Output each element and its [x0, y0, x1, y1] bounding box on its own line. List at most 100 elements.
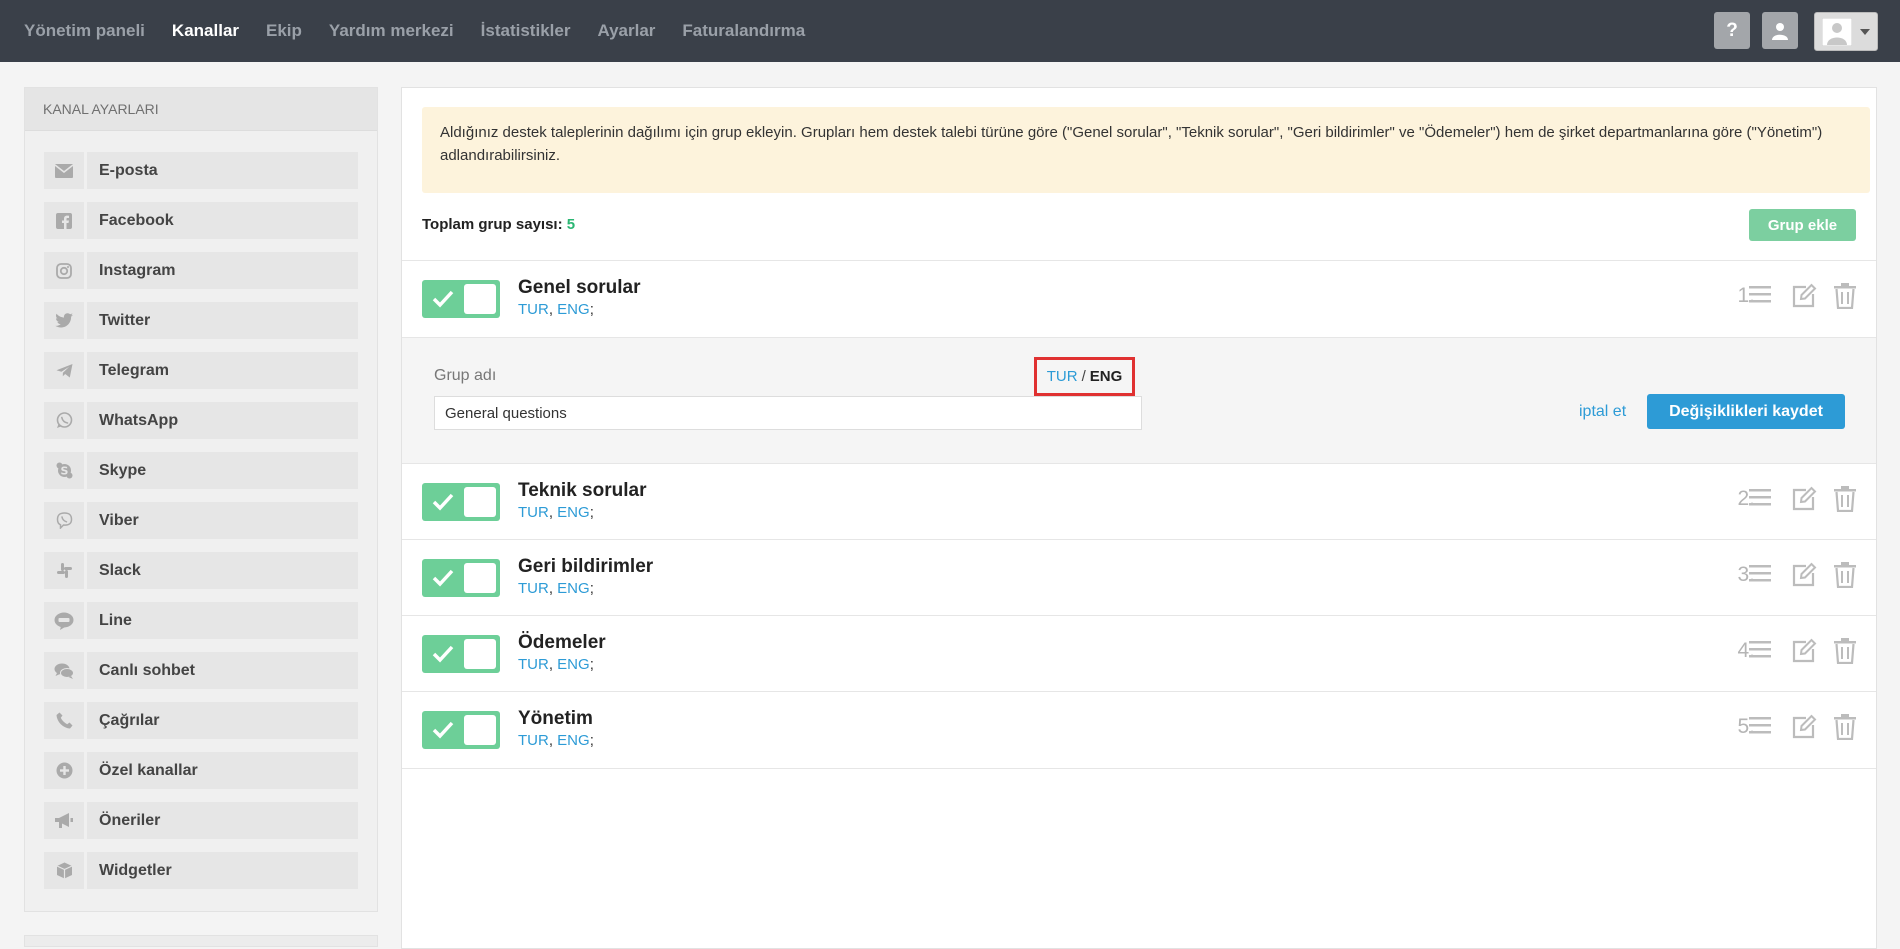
help-button[interactable]: ? [1714, 12, 1750, 49]
sidebar-item-email[interactable]: E-posta [44, 152, 358, 189]
trash-icon[interactable] [1834, 714, 1856, 740]
group-enabled-toggle[interactable] [422, 280, 500, 318]
group-languages: TUR, ENG; [518, 580, 594, 597]
save-changes-button[interactable]: Değişiklikleri kaydet [1647, 394, 1845, 429]
group-enabled-toggle[interactable] [422, 483, 500, 521]
sidebar-item-label: Öneriler [99, 811, 161, 829]
sidebar-item-skype[interactable]: S Skype [44, 452, 358, 489]
sidebar-item-whatsapp[interactable]: WhatsApp [44, 402, 358, 439]
channel-settings-sidebar: KANAL AYARLARI E-posta Facebook Instagra… [24, 87, 378, 912]
sidebar-item-label: E-posta [99, 161, 158, 179]
lang-link-tur[interactable]: TUR [518, 504, 549, 521]
trash-icon[interactable] [1834, 638, 1856, 664]
sidebar-item-slack[interactable]: Slack [44, 552, 358, 589]
edit-icon[interactable] [1791, 562, 1817, 588]
group-name: Yönetim [518, 708, 593, 729]
trash-icon[interactable] [1834, 562, 1856, 588]
lang-link-tur[interactable]: TUR [518, 656, 549, 673]
group-name: Geri bildirimler [518, 556, 654, 577]
check-icon [432, 721, 454, 739]
cancel-link[interactable]: iptal et [1579, 403, 1626, 421]
group-row-technical: Teknik sorular TUR, ENG; 2. [402, 463, 1876, 540]
sidebar-item-label: Slack [99, 561, 141, 579]
chat-icon [54, 663, 74, 679]
lang-tab-tur[interactable]: TUR [1047, 368, 1078, 385]
user-button[interactable] [1762, 12, 1798, 49]
lang-link-eng[interactable]: ENG [557, 580, 590, 597]
sidebar-item-label: Skype [99, 461, 147, 479]
svg-text:S: S [60, 465, 68, 478]
sidebar-item-instagram[interactable]: Instagram [44, 252, 358, 289]
total-groups-count: 5 [566, 216, 576, 233]
megaphone-icon [55, 813, 73, 828]
group-languages: TUR, ENG; [518, 656, 594, 673]
sidebar-item-label: Çağrılar [99, 711, 160, 729]
lang-link-eng[interactable]: ENG [557, 732, 590, 749]
trash-icon[interactable] [1834, 486, 1856, 512]
twitter-icon [55, 313, 73, 328]
sidebar-item-label: Telegram [99, 361, 169, 379]
drag-handle-icon[interactable] [1749, 486, 1771, 508]
sidebar-item-label: Canlı sohbet [99, 661, 196, 679]
slack-icon [56, 563, 72, 578]
group-enabled-toggle[interactable] [422, 635, 500, 673]
group-row-management: Yönetim TUR, ENG; 5. [402, 691, 1876, 769]
sidebar-item-label: Widgetler [99, 861, 172, 879]
group-enabled-toggle[interactable] [422, 711, 500, 749]
sidebar-item-line[interactable]: Line [44, 602, 358, 639]
group-name: Teknik sorular [518, 480, 647, 501]
sidebar-item-label: Özel kanallar [99, 761, 198, 779]
sidebar-title: KANAL AYARLARI [25, 88, 377, 131]
avatar-menu-button[interactable] [1814, 12, 1878, 51]
lang-link-eng[interactable]: ENG [557, 301, 590, 318]
top-navbar: Yönetim paneli Kanallar Ekip Yardım merk… [0, 0, 1900, 62]
sidebar-item-live-chat[interactable]: Canlı sohbet [44, 652, 358, 689]
question-icon: ? [1726, 19, 1738, 41]
drag-handle-icon[interactable] [1749, 283, 1771, 305]
sidebar-item-twitter[interactable]: Twitter [44, 302, 358, 339]
nav-settings[interactable]: Ayarlar [597, 21, 655, 41]
add-group-button[interactable]: Grup ekle [1749, 209, 1856, 241]
edit-icon[interactable] [1791, 638, 1817, 664]
drag-handle-icon[interactable] [1749, 562, 1771, 584]
edit-icon[interactable] [1791, 486, 1817, 512]
nav-billing[interactable]: Faturalandırma [682, 21, 805, 41]
lang-tab-eng[interactable]: ENG [1090, 368, 1123, 385]
sidebar-item-telegram[interactable]: Telegram [44, 352, 358, 389]
info-notice: Aldığınız destek taleplerinin dağılımı i… [422, 107, 1870, 193]
nav-team[interactable]: Ekip [266, 21, 302, 41]
sidebar-item-widgets[interactable]: Widgetler [44, 852, 358, 889]
group-name-input[interactable] [434, 396, 1142, 430]
sidebar-item-label: Line [99, 611, 132, 629]
edit-icon[interactable] [1791, 714, 1817, 740]
edit-icon[interactable] [1791, 283, 1817, 309]
drag-handle-icon[interactable] [1749, 638, 1771, 660]
envelope-icon [55, 163, 73, 178]
group-row-payments: Ödemeler TUR, ENG; 4. [402, 615, 1876, 692]
sidebar-item-calls[interactable]: Çağrılar [44, 702, 358, 739]
instagram-icon [56, 262, 72, 279]
nav-dashboard[interactable]: Yönetim paneli [24, 21, 145, 41]
lang-link-eng[interactable]: ENG [557, 656, 590, 673]
nav-statistics[interactable]: İstatistikler [481, 21, 571, 41]
lang-link-eng[interactable]: ENG [557, 504, 590, 521]
nav-help-center[interactable]: Yardım merkezi [329, 21, 454, 41]
lang-link-tur[interactable]: TUR [518, 301, 549, 318]
nav-channels[interactable]: Kanallar [172, 21, 239, 41]
user-icon [1772, 22, 1788, 40]
lang-link-tur[interactable]: TUR [518, 732, 549, 749]
skype-icon: S [56, 462, 72, 479]
drag-handle-icon[interactable] [1749, 714, 1771, 736]
sidebar-item-facebook[interactable]: Facebook [44, 202, 358, 239]
sidebar-item-suggestions[interactable]: Öneriler [44, 802, 358, 839]
phone-icon [56, 712, 72, 729]
group-enabled-toggle[interactable] [422, 559, 500, 597]
sidebar-item-label: Instagram [99, 261, 176, 279]
sidebar-item-viber[interactable]: Viber [44, 502, 358, 539]
avatar-icon [1822, 17, 1852, 46]
trash-icon[interactable] [1834, 283, 1856, 309]
sidebar-item-custom-channels[interactable]: Özel kanallar [44, 752, 358, 789]
check-icon [432, 493, 454, 511]
lang-link-tur[interactable]: TUR [518, 580, 549, 597]
group-languages: TUR, ENG; [518, 504, 594, 521]
